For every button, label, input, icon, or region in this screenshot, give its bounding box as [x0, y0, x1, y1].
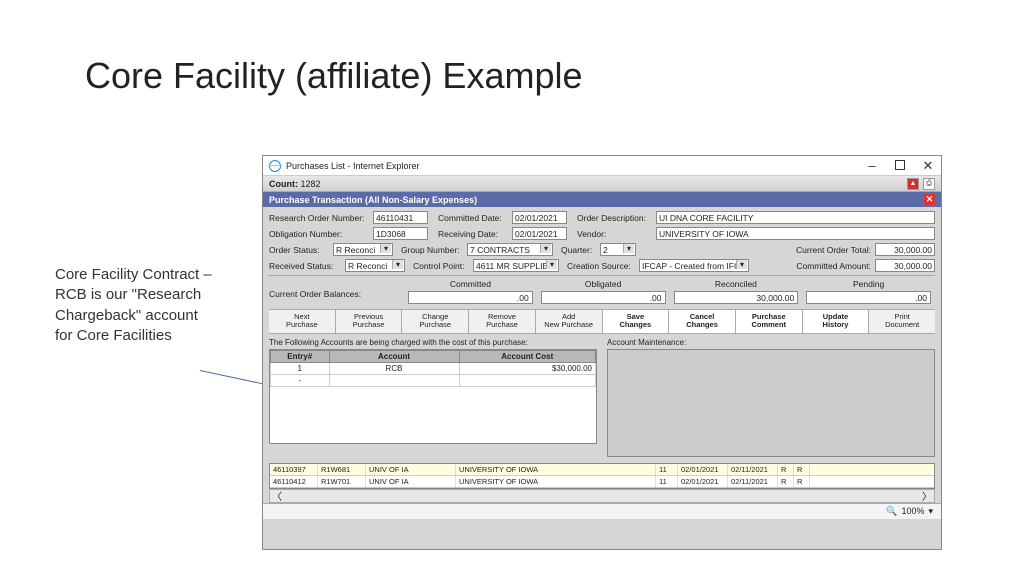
change-purchase-button[interactable]: ChangePurchase [402, 310, 469, 333]
scroll-right-icon[interactable]: 〉 [922, 488, 932, 503]
slide-title: Core Facility (affiliate) Example [85, 55, 583, 97]
window-titlebar: Purchases List - Internet Explorer – ✕ [263, 156, 941, 176]
zoom-level: 100% [901, 506, 924, 516]
accounts-table-container: Entry#AccountAccount Cost 1RCB$30,000.00… [269, 349, 597, 444]
balance-col-pending: Pending.00 [802, 279, 935, 306]
status-bar: 🔍 100% ▾ [263, 503, 941, 519]
side-annotation: Core Facility Contract – RCB is our "Res… [55, 265, 215, 346]
accounts-header: Entry# [271, 350, 330, 362]
order-status-select[interactable]: R Reconci [333, 243, 393, 256]
current-order-total-field[interactable]: 30,000.00 [875, 243, 935, 256]
zoom-dropdown-icon[interactable]: ▾ [928, 506, 933, 517]
maintenance-box [607, 349, 935, 457]
pdf-icon[interactable]: ▲ [907, 178, 919, 190]
panel-title: Purchase Transaction (All Non-Salary Exp… [269, 195, 477, 205]
balances-label: Current Order Balances: [269, 279, 404, 306]
previous-purchase-button[interactable]: PreviousPurchase [336, 310, 403, 333]
committed-date-label: Committed Date: [438, 213, 508, 223]
maintenance-caption: Account Maintenance: [607, 338, 935, 347]
accounts-row[interactable]: 1RCB$30,000.00 [271, 362, 596, 374]
horizontal-scrollbar[interactable]: 〈 〉 [269, 489, 935, 503]
purchases-grid[interactable]: 46110397R1W681UNIV OF IAUNIVERSITY OF IO… [269, 463, 935, 489]
print-icon[interactable]: ⎙ [923, 178, 935, 190]
balance-col-obligated: Obligated.00 [537, 279, 670, 306]
count-value: 1282 [301, 179, 321, 189]
receiving-date-label: Receiving Date: [438, 229, 508, 239]
balances-section: Current Order Balances: Committed.00Obli… [269, 275, 935, 306]
grid-row[interactable]: 46110412R1W701UNIV OF IAUNIVERSITY OF IO… [270, 476, 934, 488]
update-history-button[interactable]: UpdateHistory [803, 310, 870, 333]
group-number-label: Group Number: [401, 245, 463, 255]
zoom-icon[interactable]: 🔍 [886, 506, 897, 517]
accounts-header: Account Cost [459, 350, 596, 362]
accounts-row[interactable]: - [271, 374, 596, 386]
balance-col-committed: Committed.00 [404, 279, 537, 306]
button-strip: NextPurchasePreviousPurchaseChangePurcha… [269, 309, 935, 334]
print-document-button[interactable]: PrintDocument [869, 310, 935, 333]
maximize-button[interactable] [893, 158, 907, 174]
quarter-select[interactable]: 2 [600, 243, 636, 256]
research-order-label: Research Order Number: [269, 213, 369, 223]
cancel-changes-button[interactable]: CancelChanges [669, 310, 736, 333]
obligation-number-label: Obligation Number: [269, 229, 369, 239]
creation-source-select[interactable]: IFCAP - Created from IFC/ [639, 259, 749, 272]
accounts-table[interactable]: Entry#AccountAccount Cost 1RCB$30,000.00… [270, 350, 596, 387]
received-status-select[interactable]: R Reconci [345, 259, 405, 272]
remove-purchase-button[interactable]: RemovePurchase [469, 310, 536, 333]
accounts-header: Account [329, 350, 459, 362]
ie-window: Purchases List - Internet Explorer – ✕ C… [262, 155, 942, 550]
committed-amount-field[interactable]: 30,000.00 [875, 259, 935, 272]
charge-caption: The Following Accounts are being charged… [269, 338, 597, 347]
count-bar: Count: 1282 ▲ ⎙ [263, 176, 941, 192]
vendor-field[interactable]: UNIVERSITY OF IOWA [656, 227, 935, 240]
order-description-field[interactable]: UI DNA CORE FACILITY [656, 211, 935, 224]
receiving-date-field[interactable]: 02/01/2021 [512, 227, 567, 240]
ie-icon [269, 160, 281, 172]
committed-amount-label: Committed Amount: [796, 261, 871, 271]
grid-row[interactable]: 46110397R1W681UNIV OF IAUNIVERSITY OF IO… [270, 464, 934, 476]
balance-col-reconciled: Reconciled30,000.00 [670, 279, 803, 306]
panel-header: Purchase Transaction (All Non-Salary Exp… [263, 192, 941, 207]
obligation-number-field[interactable]: 1D3068 [373, 227, 428, 240]
order-description-label: Order Description: [577, 213, 652, 223]
add-new-purchase-button[interactable]: AddNew Purchase [536, 310, 603, 333]
close-button[interactable]: ✕ [921, 158, 935, 174]
panel-close-button[interactable]: ✕ [924, 194, 935, 205]
received-status-label: Received Status: [269, 261, 341, 271]
research-order-field[interactable]: 46110431 [373, 211, 428, 224]
quarter-label: Quarter: [561, 245, 596, 255]
scroll-left-icon[interactable]: 〈 [272, 488, 282, 503]
save-changes-button[interactable]: SaveChanges [603, 310, 670, 333]
order-status-label: Order Status: [269, 245, 329, 255]
vendor-label: Vendor: [577, 229, 652, 239]
current-order-total-label: Current Order Total: [796, 245, 871, 255]
creation-source-label: Creation Source: [567, 261, 635, 271]
window-title: Purchases List - Internet Explorer [286, 161, 420, 171]
count-label: Count: [269, 179, 298, 189]
control-point-select[interactable]: 4611 MR SUPPLIE! [473, 259, 559, 272]
form-area: Research Order Number: 46110431 Committe… [263, 207, 941, 461]
control-point-label: Control Point: [413, 261, 469, 271]
group-number-select[interactable]: 7 CONTRACTS [467, 243, 553, 256]
purchase-comment-button[interactable]: PurchaseComment [736, 310, 803, 333]
committed-date-field[interactable]: 02/01/2021 [512, 211, 567, 224]
minimize-button[interactable]: – [865, 158, 879, 174]
next-purchase-button[interactable]: NextPurchase [269, 310, 336, 333]
